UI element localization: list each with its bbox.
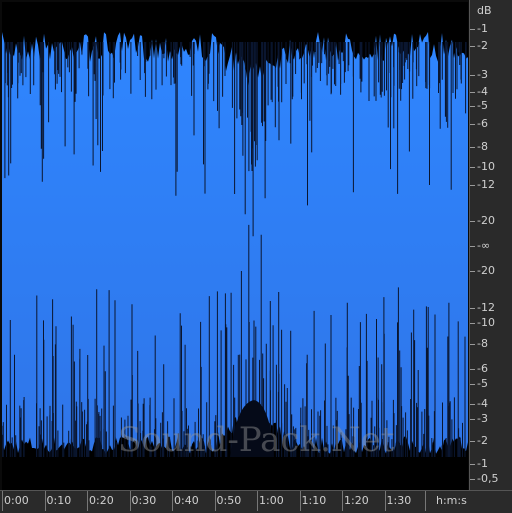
time-tick [44,491,46,511]
db-tick [470,464,475,465]
time-label: 0:00 [4,494,29,507]
db-label: -6 [477,117,488,130]
time-unit-label: h:m:s [436,494,467,507]
db-tick [470,46,475,47]
audio-editor: Sound-Pack.Net dB -1 -2 -3 -4 -5 -6 -8 -10 -12 -20… [0,0,512,513]
time-tick [2,491,3,511]
time-label: 1:00 [259,494,284,507]
db-label: -20 [477,264,495,277]
db-tick [470,404,475,405]
db-tick [470,147,475,148]
db-label: -3 [477,412,488,425]
db-label: -2 [477,434,488,447]
waveform[interactable] [2,2,468,490]
db-tick [470,323,475,324]
time-label: 0:50 [216,494,242,507]
db-tick [470,369,475,370]
time-label: 0:40 [174,494,199,507]
time-label: 1:30 [386,494,412,507]
time-tick [342,491,343,511]
db-label: -12 [477,301,495,314]
watermark-text: Sound-Pack.Net [118,420,395,460]
time-tick [257,491,258,511]
db-tick [470,29,475,30]
db-tick [470,167,475,168]
db-unit-label: dB [477,4,492,17]
db-ruler: dB -1 -2 -3 -4 -5 -6 -8 -10 -12 -20 -∞ -20 -12 -10 -8 -6… [469,0,512,490]
time-tick [87,491,88,511]
time-tick [384,491,386,511]
db-tick [470,246,475,247]
time-tick [214,491,216,511]
db-tick [470,308,475,309]
db-label: -4 [477,85,488,98]
db-label: -8 [477,337,488,350]
time-tick [129,491,131,511]
db-label: -5 [477,99,488,112]
db-label: -4 [477,397,488,410]
db-tick [470,106,475,107]
db-tick [470,419,475,420]
db-tick [470,479,475,480]
db-tick [470,92,475,93]
db-label: -12 [477,178,495,191]
time-tick [172,491,173,511]
time-label: 0:30 [131,494,157,507]
db-label: -1 [477,22,488,35]
db-label: -1 [477,457,488,470]
db-tick [470,271,475,272]
db-tick [470,221,475,222]
db-label: -∞ [477,239,491,252]
db-tick [470,441,475,442]
db-label: -5 [477,377,488,390]
db-label: -10 [477,160,495,173]
time-ruler[interactable]: 0:00 0:10 0:20 0:30 0:40 0:50 1:00 1:10 1:20 1:30… [0,490,512,513]
time-label: 0:10 [46,494,72,507]
time-label: 0:20 [89,494,114,507]
db-tick [470,124,475,125]
db-label: -8 [477,140,488,153]
waveform-view[interactable]: Sound-Pack.Net [2,2,468,490]
db-label: -3 [477,68,488,81]
time-tick [425,491,426,511]
db-tick [470,344,475,345]
db-label: -10 [477,316,495,329]
db-label: -2 [477,39,488,52]
time-label: 1:20 [344,494,369,507]
time-label: 1:10 [301,494,327,507]
db-label: -20 [477,214,495,227]
time-tick [299,491,301,511]
db-tick [470,75,475,76]
db-label: -0,5 [477,472,499,485]
db-label: -6 [477,362,488,375]
db-tick [470,185,475,186]
db-tick [470,384,475,385]
